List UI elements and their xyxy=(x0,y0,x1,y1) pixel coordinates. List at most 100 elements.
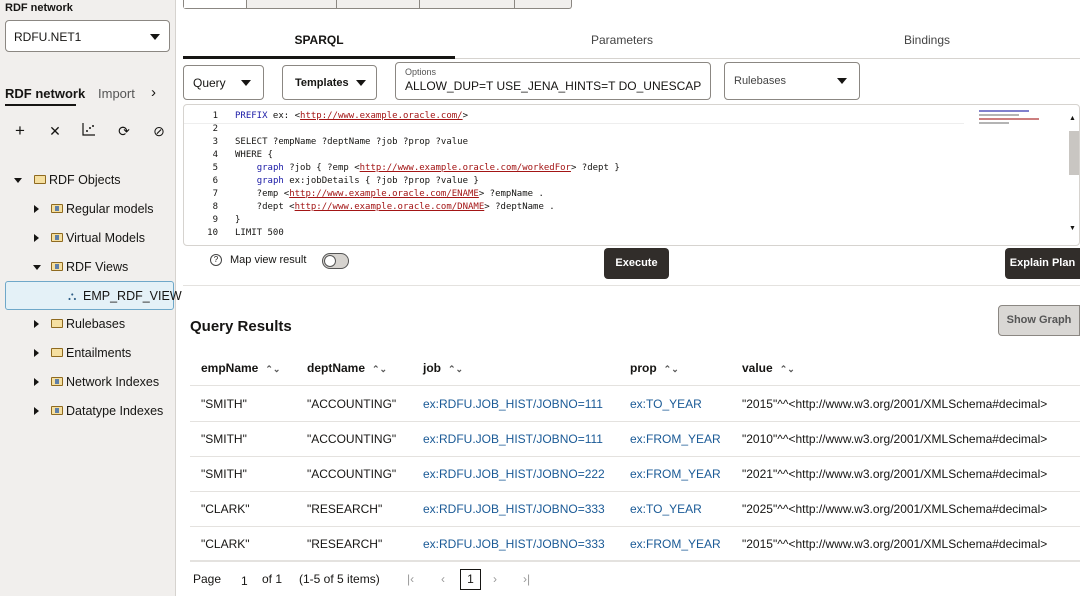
scroll-down-icon[interactable]: ▼ xyxy=(1069,225,1076,232)
prev-page-icon[interactable]: ‹ xyxy=(441,572,445,586)
query-type-select[interactable]: Query xyxy=(183,65,264,100)
divider xyxy=(183,285,1080,286)
table-cell-link[interactable]: ex:TO_YEAR xyxy=(630,397,702,411)
options-field[interactable]: Options ALLOW_DUP=T USE_JENA_HINTS=T DO_… xyxy=(395,62,711,100)
tree-item-datatype-indexes[interactable]: Datatype Indexes xyxy=(0,398,176,424)
table-cell-link[interactable]: ex:RDFU.JOB_HIST/JOBNO=333 xyxy=(423,502,605,516)
chevron-right-icon[interactable]: › xyxy=(151,84,156,101)
tab-sparql[interactable]: SPARQL xyxy=(183,33,455,47)
page-count: of 1 xyxy=(262,572,283,586)
editor-scrollbar[interactable] xyxy=(1069,131,1079,175)
network-label: RDF network xyxy=(5,2,73,14)
tree-label: Datatype Indexes xyxy=(66,404,164,418)
tree-item-rdf-objects[interactable]: RDF Objects xyxy=(0,167,176,193)
tab-parameters[interactable]: Parameters xyxy=(486,33,758,47)
table-cell: "2010"^^<http://www.w3.org/2001/XMLSchem… xyxy=(742,432,1048,446)
tree-label: Entailments xyxy=(66,346,132,360)
tree-item-emp-rdf-view[interactable]: ⛬ EMP_RDF_VIEW xyxy=(5,281,182,310)
tree-item-network-indexes[interactable]: Network Indexes xyxy=(0,369,176,395)
graph-view-icon: ⛬ xyxy=(68,289,77,303)
expanded-icon xyxy=(14,178,22,183)
templates-button[interactable]: Templates xyxy=(282,65,377,100)
column-label: deptName xyxy=(307,361,366,375)
code-minimap[interactable] xyxy=(979,110,1064,128)
column-header-empname[interactable]: empName ⌃⌄ xyxy=(201,361,280,375)
table-cell-link[interactable]: ex:RDFU.JOB_HIST/JOBNO=333 xyxy=(423,537,605,551)
templates-label: Templates xyxy=(295,77,349,89)
chevron-down-icon xyxy=(837,78,847,84)
table-cell: "SMITH" xyxy=(201,432,247,446)
index-folder-icon xyxy=(51,377,63,386)
sort-icon[interactable]: ⌃⌄ xyxy=(780,364,795,375)
tree-label: EMP_RDF_VIEW xyxy=(83,289,182,303)
index-folder-icon xyxy=(51,406,63,415)
collapsed-icon xyxy=(34,205,39,213)
table-bottom-divider xyxy=(190,560,1080,561)
active-tab-indicator xyxy=(183,56,455,59)
column-header-job[interactable]: job ⌃⌄ xyxy=(423,361,463,375)
collapsed-icon xyxy=(34,378,39,386)
table-cell-link[interactable]: ex:FROM_YEAR xyxy=(630,537,721,551)
table-cell-link[interactable]: ex:FROM_YEAR xyxy=(630,467,721,481)
table-cell: "CLARK" xyxy=(201,537,250,551)
tree-item-rulebases[interactable]: Rulebases xyxy=(0,311,176,337)
line-number: 8 xyxy=(212,202,218,212)
rulebases-select[interactable]: Rulebases xyxy=(724,62,860,100)
last-page-icon[interactable]: ›| xyxy=(523,572,530,586)
column-header-prop[interactable]: prop ⌃⌄ xyxy=(630,361,679,375)
code-line: WHERE { xyxy=(235,150,273,160)
sparql-editor[interactable]: 1 PREFIX ex: <http://www.example.oracle.c… xyxy=(183,104,1080,246)
sort-icon[interactable]: ⌃⌄ xyxy=(265,364,280,375)
chart-icon[interactable] xyxy=(80,122,98,140)
table-cell-link[interactable]: ex:RDFU.JOB_HIST/JOBNO=222 xyxy=(423,467,605,481)
table-cell-link[interactable]: ex:FROM_YEAR xyxy=(630,432,721,446)
refresh-icon[interactable]: ⟳ xyxy=(115,122,133,140)
column-label: empName xyxy=(201,361,259,375)
tree-item-virtual-models[interactable]: Virtual Models xyxy=(0,225,176,251)
column-label: job xyxy=(423,361,441,375)
line-number: 6 xyxy=(212,176,218,186)
code-line: PREFIX ex: <http://www.example.oracle.co… xyxy=(235,111,469,121)
column-header-value[interactable]: value ⌃⌄ xyxy=(742,361,795,375)
page-input[interactable]: 1 xyxy=(241,574,248,588)
first-page-icon[interactable]: |‹ xyxy=(407,572,414,586)
active-tab-indicator xyxy=(5,104,76,106)
table-cell-link[interactable]: ex:RDFU.JOB_HIST/JOBNO=111 xyxy=(423,397,603,411)
explain-plan-button[interactable]: Explain Plan xyxy=(1005,248,1080,279)
table-cell: "2015"^^<http://www.w3.org/2001/XMLSchem… xyxy=(742,397,1048,411)
close-icon[interactable]: ✕ xyxy=(46,122,64,140)
next-page-icon[interactable]: › xyxy=(493,572,497,586)
line-number: 3 xyxy=(212,137,218,147)
line-number: 2 xyxy=(212,124,218,134)
current-page[interactable]: 1 xyxy=(460,569,481,590)
item-range: (1-5 of 5 items) xyxy=(299,572,380,586)
tree-item-rdf-views[interactable]: RDF Views xyxy=(0,254,176,280)
tab-bindings[interactable]: Bindings xyxy=(791,33,1063,47)
sort-icon[interactable]: ⌃⌄ xyxy=(664,364,679,375)
block-icon[interactable]: ⊘ xyxy=(150,122,168,140)
table-cell-link[interactable]: ex:RDFU.JOB_HIST/JOBNO=111 xyxy=(423,432,603,446)
table-cell-link[interactable]: ex:TO_YEAR xyxy=(630,502,702,516)
page-label: Page xyxy=(193,572,222,586)
expanded-icon xyxy=(33,265,41,270)
help-icon[interactable]: ? xyxy=(210,254,222,266)
code-line: ?dept <http://www.example.oracle.com/DNA… xyxy=(235,202,555,212)
show-graph-button[interactable]: Show Graph xyxy=(998,305,1080,336)
column-header-deptname[interactable]: deptName ⌃⌄ xyxy=(307,361,387,375)
folder-icon xyxy=(51,319,63,328)
line-number: 1 xyxy=(212,111,218,121)
scroll-up-icon[interactable]: ▲ xyxy=(1069,115,1076,122)
sort-icon[interactable]: ⌃⌄ xyxy=(372,364,387,375)
sort-icon[interactable]: ⌃⌄ xyxy=(448,364,463,375)
tree-item-entailments[interactable]: Entailments xyxy=(0,340,176,366)
tab-rdf-network[interactable]: RDF network xyxy=(5,86,85,101)
tab-import[interactable]: Import xyxy=(98,86,135,101)
add-icon[interactable]: + xyxy=(11,122,29,140)
execute-button[interactable]: Execute xyxy=(604,248,669,279)
code-line: SELECT ?empName ?deptName ?job ?prop ?va… xyxy=(235,137,468,147)
tree-item-regular-models[interactable]: Regular models xyxy=(0,196,176,222)
line-number: 7 xyxy=(212,189,218,199)
network-select[interactable]: RDFU.NET1 xyxy=(5,20,170,52)
map-view-toggle[interactable] xyxy=(322,253,349,269)
table-cell: "RESEARCH" xyxy=(307,502,383,516)
